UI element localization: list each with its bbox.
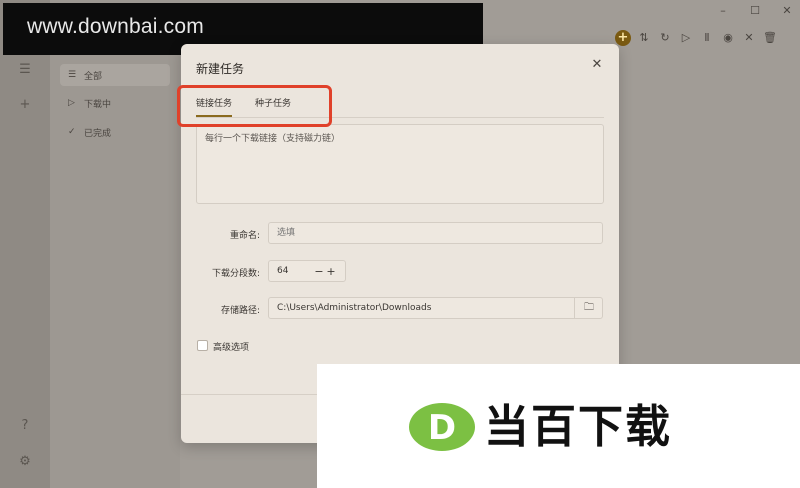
folder-icon[interactable]: 🗀: [574, 297, 603, 319]
plus-icon[interactable]: +: [325, 265, 337, 278]
play-icon: ▷: [68, 98, 75, 108]
advanced-checkbox[interactable]: [197, 340, 208, 351]
sidebar-item-label: 全部: [84, 71, 103, 82]
sort-icon[interactable]: ⇅: [636, 30, 652, 46]
maximize-icon[interactable]: ☐: [748, 4, 762, 18]
icon-rail: ☰ + ? ⚙: [0, 0, 50, 488]
sidebar-item-downloading[interactable]: ▷ 下载中: [60, 92, 170, 114]
add-icon[interactable]: +: [17, 97, 33, 113]
path-input[interactable]: [268, 297, 603, 319]
advanced-label: 高级选项: [213, 343, 250, 353]
segments-stepper[interactable]: 64 − +: [268, 260, 346, 282]
list-icon: ☰: [68, 70, 77, 80]
stop-icon[interactable]: ◉: [720, 30, 736, 46]
dialog-title: 新建任务: [196, 62, 245, 76]
minimize-icon[interactable]: –: [716, 4, 730, 18]
links-input[interactable]: [196, 124, 604, 204]
settings-icon[interactable]: ⚙: [17, 454, 33, 470]
trash-icon[interactable]: 🗑: [762, 30, 778, 46]
highlight-box: [177, 85, 332, 127]
sidebar: ☰ 全部 ▷ 下载中 ✓ 已完成: [50, 0, 180, 488]
logo-mark-icon: D: [409, 403, 475, 451]
add-task-icon[interactable]: +: [615, 30, 631, 46]
sidebar-item-all[interactable]: ☰ 全部: [60, 64, 170, 86]
rename-label: 重命名:: [229, 231, 260, 241]
minus-icon[interactable]: −: [313, 265, 325, 278]
sidebar-item-label: 下载中: [84, 99, 112, 110]
close-window-icon[interactable]: ✕: [780, 4, 794, 18]
close-icon[interactable]: ✕: [589, 57, 605, 73]
logo-mark-letter: D: [428, 408, 456, 448]
refresh-icon[interactable]: ↻: [657, 30, 673, 46]
remove-icon[interactable]: ✕: [741, 30, 757, 46]
segments-value: 64: [277, 266, 289, 276]
sidebar-item-completed[interactable]: ✓ 已完成: [60, 121, 170, 143]
logo-banner: D 当百下载: [317, 364, 800, 488]
logo-text: 当百下载: [484, 400, 673, 453]
path-label: 存储路径:: [220, 306, 260, 316]
start-icon[interactable]: ▷: [678, 30, 694, 46]
menu-icon[interactable]: ☰: [17, 62, 33, 78]
help-icon[interactable]: ?: [17, 418, 33, 434]
sidebar-item-label: 已完成: [84, 128, 112, 139]
segments-label: 下载分段数:: [211, 269, 260, 279]
rename-input[interactable]: [268, 222, 603, 244]
pause-icon[interactable]: Ⅱ: [699, 30, 715, 46]
check-icon: ✓: [68, 127, 76, 137]
